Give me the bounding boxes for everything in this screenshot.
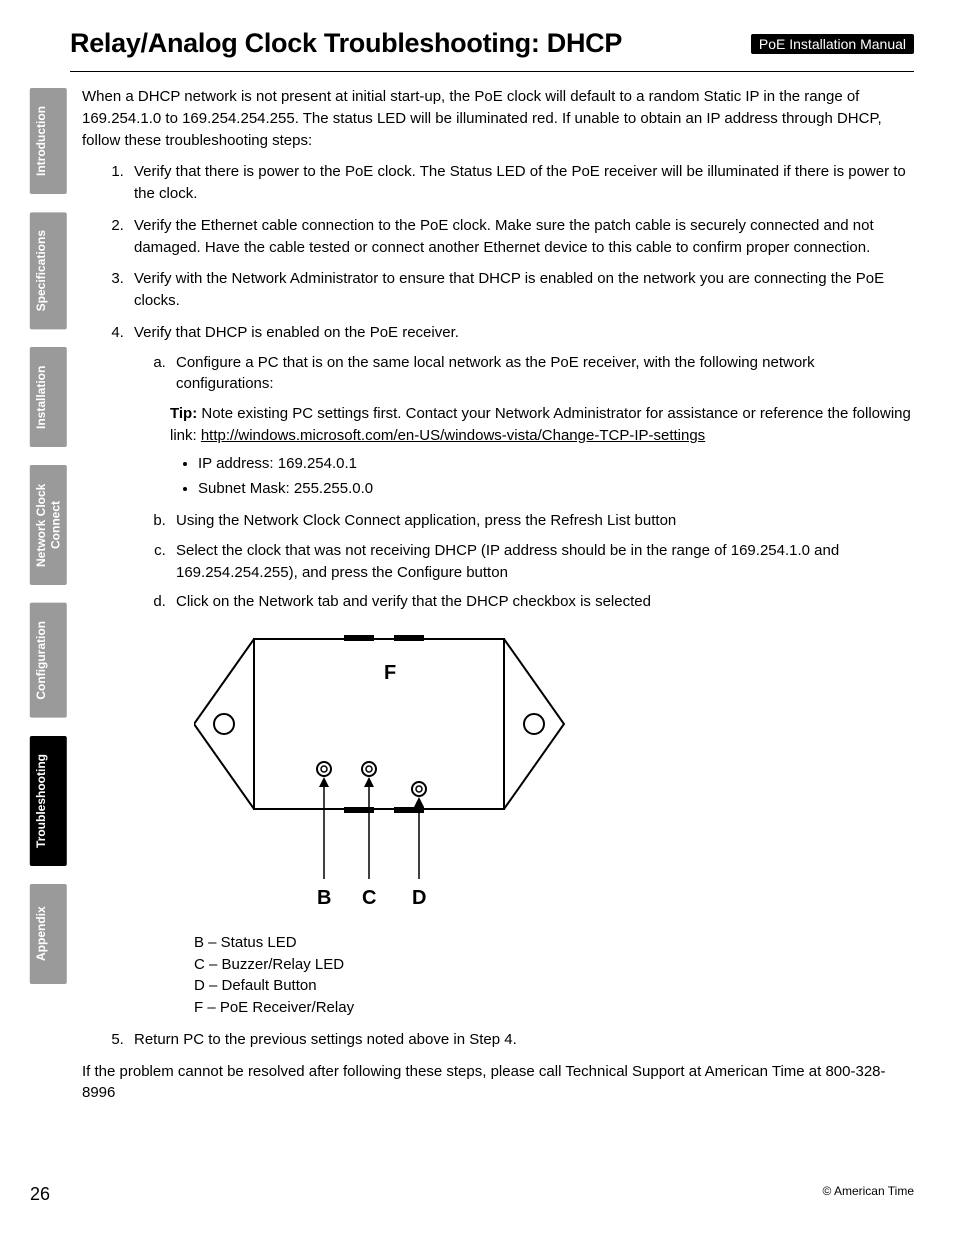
tip-label: Tip: [170,405,197,422]
header-rule [70,71,914,72]
intro-paragraph: When a DHCP network is not present at in… [82,86,914,151]
step-4d: Click on the Network tab and verify that… [170,591,914,613]
diagram-label-c: C [362,887,376,909]
step-3: Verify with the Network Administrator to… [128,268,914,312]
page-footer: 26 © American Time [30,1184,914,1205]
legend-c: C – Buzzer/Relay LED [194,954,914,976]
side-tabs: Introduction Specifications Installation… [30,88,67,984]
legend-f: F – PoE Receiver/Relay [194,997,914,1019]
diagram-label-d: D [412,887,426,909]
tab-configuration[interactable]: Configuration [30,603,67,718]
legend-d: D – Default Button [194,975,914,997]
tab-network-clock-connect[interactable]: Network Clock Connect [30,465,67,585]
page-number: 26 [30,1184,50,1205]
step-1: Verify that there is power to the PoE cl… [128,161,914,205]
step-4c: Select the clock that was not receiving … [170,540,914,584]
tip-link[interactable]: http://windows.microsoft.com/en-US/windo… [201,427,705,444]
diagram: F B C D [194,629,914,926]
closing-paragraph: If the problem cannot be resolved after … [82,1061,914,1105]
step-2: Verify the Ethernet cable connection to … [128,215,914,259]
page-title: Relay/Analog Clock Troubleshooting: DHCP [70,28,622,59]
step-5: Return PC to the previous settings noted… [128,1029,914,1051]
content-body: When a DHCP network is not present at in… [82,86,914,1104]
diagram-label-f: F [384,662,396,684]
step-4b: Using the Network Clock Connect applicat… [170,510,914,532]
tab-appendix[interactable]: Appendix [30,884,67,984]
bullet-ip: IP address: 169.254.0.1 [198,453,914,475]
tab-troubleshooting[interactable]: Troubleshooting [30,736,67,866]
legend-b: B – Status LED [194,932,914,954]
step-4-text: Verify that DHCP is enabled on the PoE r… [134,324,459,341]
bullet-mask: Subnet Mask: 255.255.0.0 [198,478,914,500]
diagram-label-b: B [317,887,331,909]
tab-installation[interactable]: Installation [30,347,67,447]
step-4: Verify that DHCP is enabled on the PoE r… [128,322,914,1019]
copyright: © American Time [822,1184,914,1205]
tab-specifications[interactable]: Specifications [30,212,67,329]
tab-introduction[interactable]: Introduction [30,88,67,194]
diagram-legend: B – Status LED C – Buzzer/Relay LED D – … [194,932,914,1019]
step-4a: Configure a PC that is on the same local… [170,352,914,396]
tip-paragraph: Tip: Note existing PC settings first. Co… [170,403,914,447]
steps-list: Verify that there is power to the PoE cl… [82,161,914,1050]
manual-badge: PoE Installation Manual [751,34,914,54]
